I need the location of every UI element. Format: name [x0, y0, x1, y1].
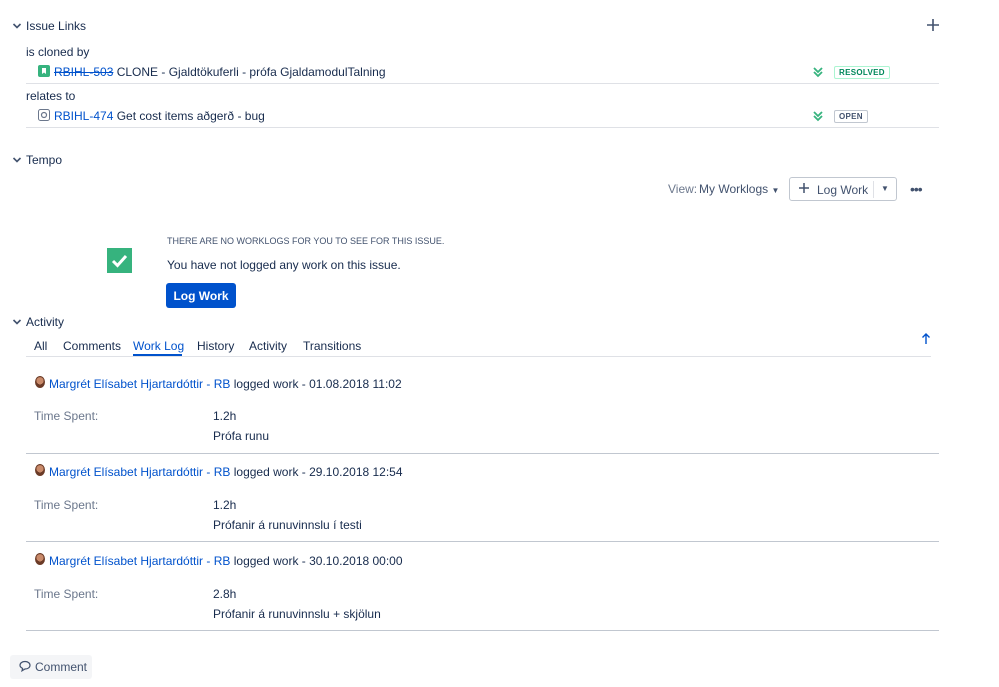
worklog-action: logged work - 30.10.2018 00:00 [233, 554, 403, 568]
tab-work-log[interactable]: Work Log [133, 339, 184, 353]
author-link[interactable]: Margrét Elísabet Hjartardóttir - RB [49, 377, 230, 391]
worklog-action: logged work - 01.08.2018 11:02 [233, 377, 402, 391]
log-work-button[interactable]: Log Work ▼ [789, 177, 897, 201]
log-work-label: Log Work [817, 183, 869, 197]
worklog-header: Margrét Elísabet Hjartardóttir - RB logg… [49, 465, 403, 479]
link-relation-label: relates to [26, 89, 76, 103]
check-icon [107, 248, 132, 276]
view-label: View: [668, 182, 698, 196]
view-select[interactable]: My Worklogs ▼ [699, 182, 779, 196]
time-spent-label: Time Spent: [34, 498, 99, 512]
tabs-divider [26, 356, 931, 357]
plus-icon [798, 182, 810, 197]
divider [26, 83, 939, 84]
collapse-chevron-icon[interactable] [12, 317, 22, 327]
status-badge: RESOLVED [834, 66, 890, 79]
tab-all[interactable]: All [34, 339, 47, 353]
view-select-value: My Worklogs [699, 182, 769, 196]
activity-title: Activity [26, 315, 65, 329]
worklog-comment: Prófanir á runuvinnslu í testi [213, 518, 362, 532]
divider [26, 541, 939, 542]
tab-comments[interactable]: Comments [63, 339, 121, 353]
worklog-header: Margrét Elísabet Hjartardóttir - RB logg… [49, 554, 403, 568]
linked-issue-summary[interactable]: CLONE - Gjaldtökuferli - prófa Gjaldamod… [117, 65, 386, 79]
avatar [35, 376, 45, 388]
linked-issue-2: RBIHL-474 Get cost items aðgerð - bug [54, 109, 265, 123]
comment-button[interactable]: Comment [10, 655, 92, 679]
linked-issue-key[interactable]: RBIHL-503 [54, 65, 113, 79]
time-spent-value: 1.2h [213, 498, 237, 512]
worklog-header: Margrét Elísabet Hjartardóttir - RB logg… [49, 377, 402, 391]
status-badge: OPEN [834, 110, 868, 123]
linked-issue-summary[interactable]: Get cost items aðgerð - bug [117, 109, 265, 123]
time-spent-label: Time Spent: [34, 409, 99, 423]
divider [26, 453, 939, 454]
divider [26, 127, 939, 128]
collapse-chevron-icon[interactable] [12, 155, 22, 165]
ellipsis-icon[interactable]: ••• [910, 181, 923, 197]
tab-transitions[interactable]: Transitions [303, 339, 361, 353]
author-link[interactable]: Margrét Elísabet Hjartardóttir - RB [49, 465, 230, 479]
issue-links-title: Issue Links [26, 19, 87, 33]
tempo-title: Tempo [26, 153, 63, 167]
time-spent-value: 1.2h [213, 409, 237, 423]
task-type-icon [38, 109, 50, 124]
button-divider [873, 181, 874, 198]
author-link[interactable]: Margrét Elísabet Hjartardóttir - RB [49, 554, 230, 568]
priority-lowest-icon [812, 66, 824, 78]
story-type-icon [38, 65, 50, 80]
link-relation-label: is cloned by [26, 45, 90, 59]
avatar [35, 464, 45, 476]
priority-lowest-icon [812, 110, 824, 122]
comment-button-label: Comment [35, 660, 88, 674]
empty-state-text: You have not logged any work on this iss… [167, 258, 401, 272]
worklog-comment: Prófanir á runuvinnslu + skjölun [213, 607, 381, 621]
tab-activity[interactable]: Activity [249, 339, 287, 353]
avatar [35, 553, 45, 565]
log-work-primary-button[interactable]: Log Work [166, 283, 236, 308]
collapse-chevron-icon[interactable] [12, 21, 22, 31]
tab-history[interactable]: History [197, 339, 234, 353]
caret-down-icon: ▼ [771, 186, 780, 195]
plus-icon[interactable] [926, 18, 940, 35]
worklog-action: logged work - 29.10.2018 12:54 [233, 465, 403, 479]
divider [26, 630, 939, 631]
time-spent-label: Time Spent: [34, 587, 99, 601]
time-spent-value: 2.8h [213, 587, 237, 601]
sort-arrow-up-icon[interactable] [921, 333, 931, 348]
linked-issue-key[interactable]: RBIHL-474 [54, 109, 113, 123]
linked-issue-1: RBIHL-503 CLONE - Gjaldtökuferli - prófa… [54, 65, 386, 79]
worklog-comment: Prófa runu [213, 429, 270, 443]
comment-bubble-icon [19, 660, 31, 675]
caret-down-icon[interactable]: ▼ [881, 184, 889, 193]
empty-state-heading: THERE ARE NO WORKLOGS FOR YOU TO SEE FOR… [167, 236, 445, 246]
